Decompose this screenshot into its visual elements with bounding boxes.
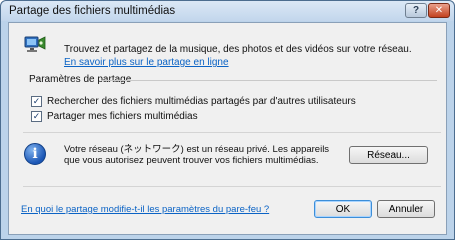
firewall-help-link[interactable]: En quoi le partage modifie-t-il les para… bbox=[21, 204, 269, 215]
cancel-button[interactable]: Annuler bbox=[377, 200, 435, 218]
learn-more-link[interactable]: En savoir plus sur le partage en ligne bbox=[64, 57, 229, 68]
window-title: Partage des fichiers multimédias bbox=[9, 5, 176, 17]
share-my-media-option[interactable]: ✓ Partager mes fichiers multimédias bbox=[31, 111, 198, 122]
network-status-text: Votre réseau (ネットワーク) est un réseau priv… bbox=[64, 144, 330, 166]
footer-divider bbox=[23, 186, 441, 187]
ok-button[interactable]: OK bbox=[314, 200, 372, 218]
help-button[interactable]: ? bbox=[405, 3, 427, 18]
header-description: Trouvez et partagez de la musique, des p… bbox=[64, 44, 412, 55]
media-sharing-icon bbox=[24, 36, 46, 52]
share-my-media-label[interactable]: Partager mes fichiers multimédias bbox=[47, 111, 198, 122]
search-shared-media-option[interactable]: ✓ Rechercher des fichiers multimédias pa… bbox=[31, 96, 356, 107]
close-button[interactable]: ✕ bbox=[428, 3, 450, 18]
share-my-media-checkbox[interactable]: ✓ bbox=[31, 111, 42, 122]
dialog-window: Partage des fichiers multimédias ? ✕ Tro… bbox=[0, 0, 455, 240]
group-divider bbox=[101, 80, 437, 81]
info-icon: i bbox=[24, 143, 46, 165]
search-shared-media-checkbox[interactable]: ✓ bbox=[31, 96, 42, 107]
search-shared-media-label[interactable]: Rechercher des fichiers multimédias part… bbox=[47, 96, 356, 107]
section-divider bbox=[23, 132, 441, 133]
title-bar[interactable]: Partage des fichiers multimédias ? ✕ bbox=[1, 1, 454, 21]
network-button[interactable]: Réseau... bbox=[349, 146, 428, 164]
dialog-client-area: Trouvez et partagez de la musique, des p… bbox=[8, 22, 447, 235]
